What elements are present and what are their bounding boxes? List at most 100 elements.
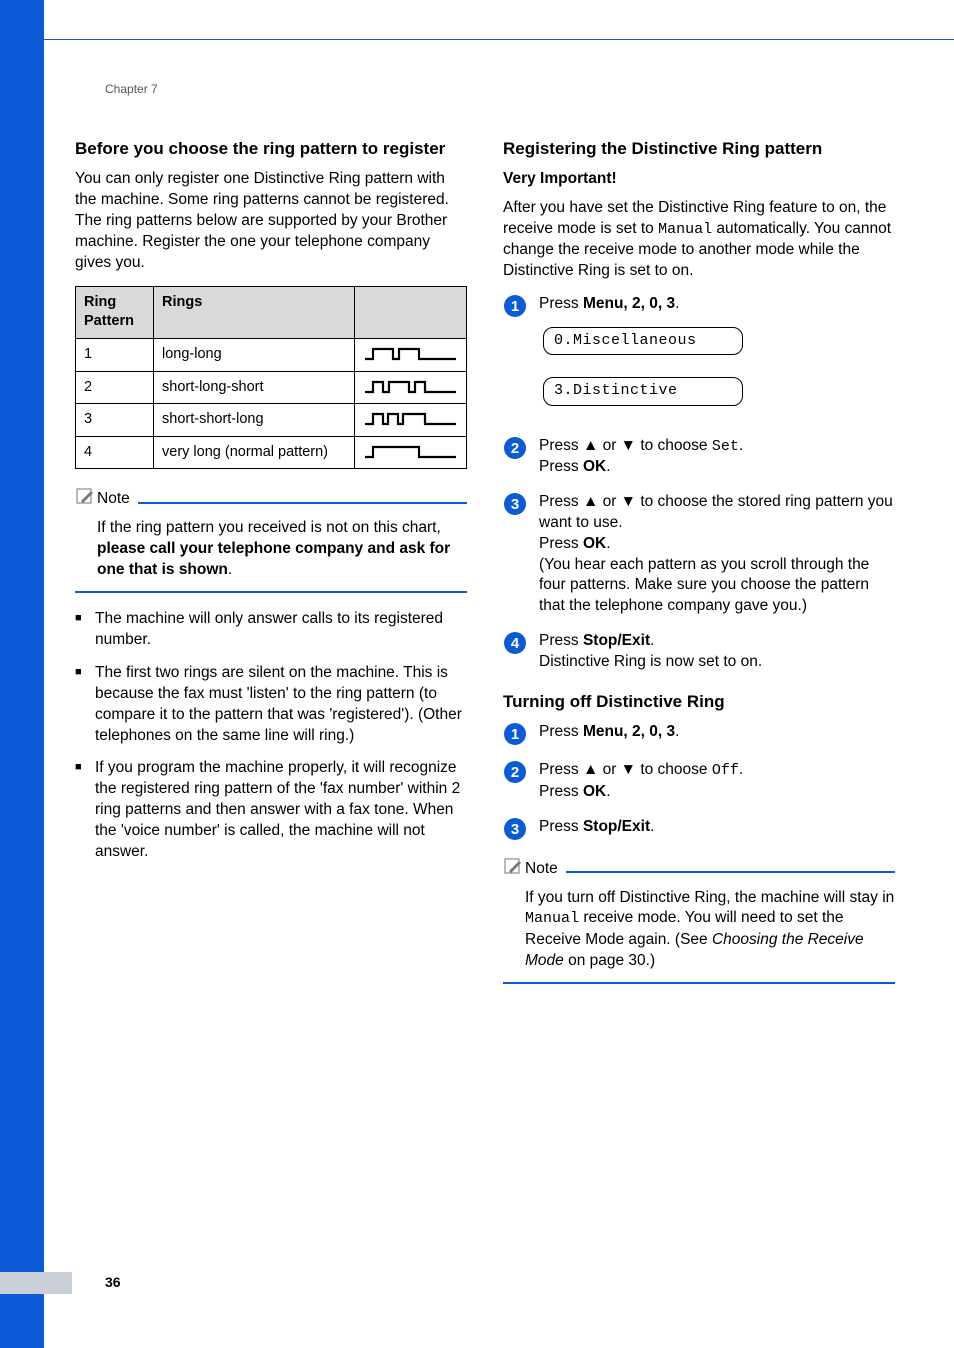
note-text-post: . [228, 561, 232, 578]
s2-ok-pre: Press [539, 458, 583, 475]
note-pencil-icon [503, 855, 525, 884]
svg-text:3: 3 [511, 496, 519, 513]
note-text-pre: If the ring pattern you received is not … [97, 519, 441, 536]
step1-seq: , 2, 0, 3 [623, 295, 675, 312]
b-step-3: 3 Press Stop/Exit. [503, 817, 895, 841]
list-item: If you program the machine properly, it … [75, 758, 467, 863]
wave-long-long-icon [355, 338, 467, 371]
b-step-3-body: Press Stop/Exit. [539, 817, 895, 838]
svg-text:1: 1 [511, 298, 519, 315]
s3a-arr: ▲ or ▼ [583, 493, 636, 510]
bs3-post: . [650, 818, 654, 835]
bs2-ok-pre: Press [539, 783, 583, 800]
s3a-pre: Press [539, 493, 583, 510]
s4-post: . [650, 632, 654, 649]
footer-bar [0, 1272, 72, 1294]
s3c: (You hear each pattern as you scroll thr… [539, 555, 895, 618]
note2-header: Note [503, 855, 895, 884]
svg-text:2: 2 [511, 764, 519, 781]
s2-mid: to choose [636, 437, 712, 454]
th-rings: Rings [154, 286, 355, 338]
wave-short-short-long-icon [355, 404, 467, 437]
b-step-2-body: Press ▲ or ▼ to choose Off. Press OK. [539, 760, 895, 802]
cell-pattern-3: 3 [76, 404, 154, 437]
table-row: 3 short-short-long [76, 404, 467, 437]
step-badge-3b-icon: 3 [503, 817, 531, 841]
bullet-list: The machine will only answer calls to it… [75, 609, 467, 863]
s2-ok-bold: OK [583, 458, 606, 475]
b-step-2: 2 Press ▲ or ▼ to choose Off. Press OK. [503, 760, 895, 802]
bs1-seq: , 2, 0, 3 [623, 723, 675, 740]
bs2-ok-bold: OK [583, 783, 606, 800]
very-important: Very Important! [503, 169, 895, 190]
bs2-mono: Off [712, 762, 739, 779]
n2-post: on page 30.) [564, 952, 655, 969]
step-3-body: Press ▲ or ▼ to choose the stored ring p… [539, 492, 895, 618]
left-margin-stripe [0, 0, 44, 1348]
content-columns: Before you choose the ring pattern to re… [75, 138, 895, 1000]
step-badge-2b-icon: 2 [503, 760, 531, 784]
svg-text:1: 1 [511, 726, 519, 743]
step-badge-1-icon: 1 [503, 294, 531, 318]
bs1-period: . [675, 723, 679, 740]
b-step-1: 1 Press Menu, 2, 0, 3. [503, 722, 895, 746]
cell-pattern-1: 1 [76, 338, 154, 371]
left-intro: You can only register one Distinctive Ri… [75, 169, 467, 274]
step-3: 3 Press ▲ or ▼ to choose the stored ring… [503, 492, 895, 618]
lcd-distinctive: 3.Distinctive [543, 377, 743, 405]
s3b-bold: OK [583, 535, 606, 552]
note-rule-icon [138, 502, 467, 504]
step-badge-2-icon: 2 [503, 436, 531, 460]
step-4: 4 Press Stop/Exit. Distinctive Ring is n… [503, 631, 895, 673]
step-badge-3-icon: 3 [503, 492, 531, 516]
step-2: 2 Press ▲ or ▼ to choose Set. Press OK. [503, 436, 895, 478]
step1-bold: Menu [583, 295, 623, 312]
note2-rule-icon [566, 871, 895, 873]
cell-rings-2: short-long-short [154, 371, 355, 404]
n2-pre: If you turn off Distinctive Ring, the ma… [525, 889, 894, 906]
note2-body: If you turn off Distinctive Ring, the ma… [503, 884, 895, 984]
bs2-ok-post: . [606, 783, 610, 800]
svg-text:4: 4 [511, 635, 520, 652]
list-item: The machine will only answer calls to it… [75, 609, 467, 651]
s2-post: . [739, 437, 743, 454]
step-1-body: Press Menu, 2, 0, 3. 0.Miscellaneous 3.D… [539, 294, 895, 421]
chapter-label: Chapter 7 [105, 82, 158, 96]
bs2-post: . [739, 761, 743, 778]
right-heading-register: Registering the Distinctive Ring pattern [503, 138, 895, 159]
th-wave [355, 286, 467, 338]
left-column: Before you choose the ring pattern to re… [75, 138, 467, 1000]
bs1-pre: Press [539, 723, 583, 740]
table-row: 1 long-long [76, 338, 467, 371]
s4-pre: Press [539, 632, 583, 649]
table-row: 4 very long (normal pattern) [76, 436, 467, 469]
right-column: Registering the Distinctive Ring pattern… [503, 138, 895, 1000]
left-heading: Before you choose the ring pattern to re… [75, 138, 467, 159]
step-4-body: Press Stop/Exit. Distinctive Ring is now… [539, 631, 895, 673]
svg-text:2: 2 [511, 440, 519, 457]
right-intro: After you have set the Distinctive Ring … [503, 198, 895, 282]
s3b-post: . [606, 535, 610, 552]
table-row: 2 short-long-short [76, 371, 467, 404]
step-badge-1b-icon: 1 [503, 722, 531, 746]
s2-ok-post: . [606, 458, 610, 475]
s2-arrows: ▲ or ▼ [583, 437, 636, 454]
top-rule [44, 28, 954, 40]
th-ring-pattern: Ring Pattern [76, 286, 154, 338]
cell-pattern-4: 4 [76, 436, 154, 469]
page-number: 36 [105, 1274, 121, 1290]
s2-mono: Set [712, 438, 739, 455]
bs2-arr: ▲ or ▼ [583, 761, 636, 778]
bs2-mid: to choose [636, 761, 712, 778]
ring-pattern-table: Ring Pattern Rings 1 long-long [75, 286, 467, 469]
step1-pre: Press [539, 295, 583, 312]
cell-rings-4: very long (normal pattern) [154, 436, 355, 469]
b-step-1-body: Press Menu, 2, 0, 3. [539, 722, 895, 743]
bs3-bold: Stop/Exit [583, 818, 650, 835]
cell-pattern-2: 2 [76, 371, 154, 404]
s4-bold: Stop/Exit [583, 632, 650, 649]
right-heading-turnoff: Turning off Distinctive Ring [503, 691, 895, 712]
bs2-pre: Press [539, 761, 583, 778]
lcd-miscellaneous: 0.Miscellaneous [543, 327, 743, 355]
note-body: If the ring pattern you received is not … [75, 514, 467, 593]
